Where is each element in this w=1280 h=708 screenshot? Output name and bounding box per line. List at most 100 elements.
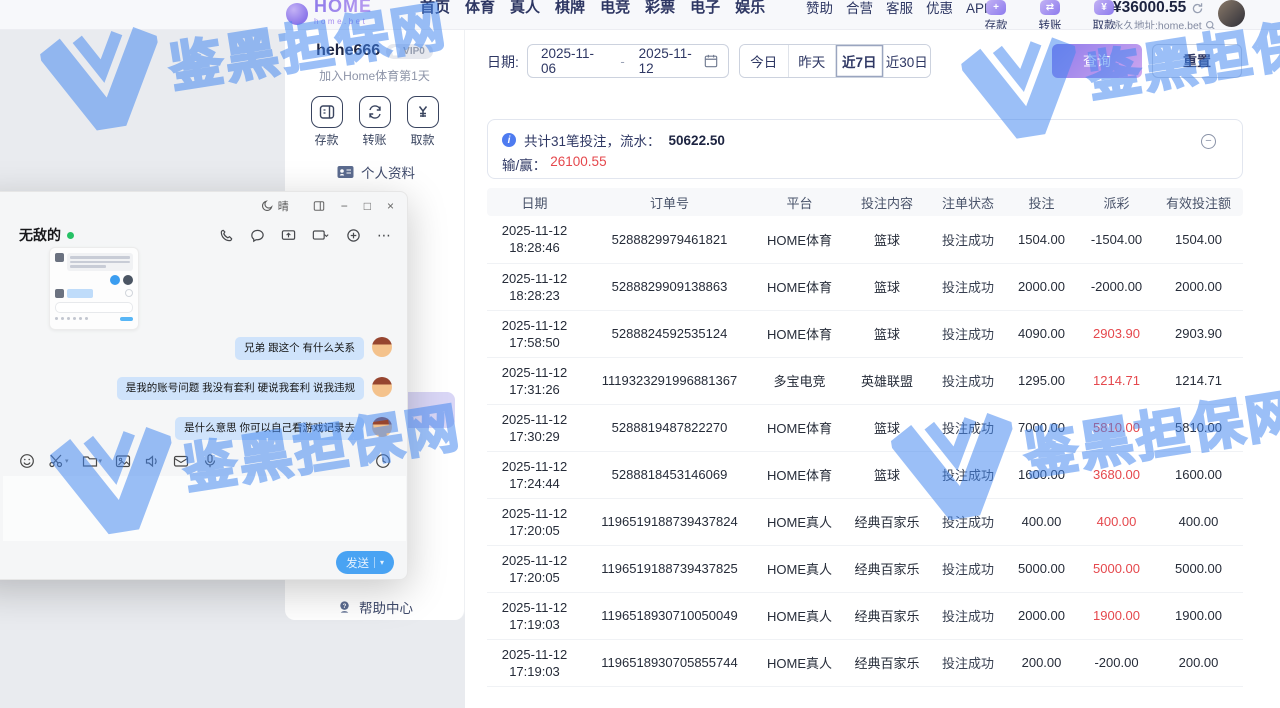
date-to-value: 2025-11-12: [639, 46, 704, 76]
sidebar-deposit-button[interactable]: 存款: [309, 96, 345, 148]
cell-valid-amount: 1504.00: [1154, 216, 1243, 263]
online-status-dot: [67, 232, 74, 239]
deposit-icon: [311, 96, 343, 128]
nav-link-娱乐[interactable]: 娱乐: [735, 0, 765, 16]
cell-payout: -200.00: [1079, 639, 1154, 686]
chat-bubble-icon[interactable]: [250, 228, 265, 243]
emoji-icon[interactable]: [19, 453, 35, 469]
cell-payout: 5000.00: [1079, 545, 1154, 592]
vip-badge: VIP0: [386, 44, 433, 59]
nav-link-首页[interactable]: 首页: [420, 0, 450, 16]
nav-secondary-优惠[interactable]: 优惠: [926, 1, 953, 16]
summary-winloss-label: 输/赢：: [502, 154, 546, 174]
calendar-icon: [704, 54, 718, 68]
table-row[interactable]: 2025-11-1217:19:031196518930705855744HOM…: [487, 639, 1243, 686]
cell-bet-amount: 4090.00: [1004, 310, 1079, 357]
logo-ball-icon: [286, 3, 308, 25]
sidebar-withdraw-button[interactable]: 取款: [405, 96, 441, 148]
chat-bubble[interactable]: 是我的账号问题 我没有套利 硬说我套利 说我违规: [117, 377, 364, 400]
cell-valid-amount: 1900.00: [1154, 592, 1243, 639]
cell-valid-amount: 1214.71: [1154, 357, 1243, 404]
sender-avatar: [372, 377, 392, 397]
card-icon[interactable]: [173, 453, 189, 469]
table-row[interactable]: 2025-11-1218:28:465288829979461821HOME体育…: [487, 216, 1243, 263]
nav-link-彩票[interactable]: 彩票: [645, 0, 675, 16]
nav-deposit-label: 存款: [985, 17, 1008, 30]
nav-secondary-赞助[interactable]: 赞助: [806, 1, 833, 16]
nav-deposit-button[interactable]: + 存款: [978, 0, 1014, 30]
history-icon[interactable]: [375, 453, 391, 469]
range-button-昨天[interactable]: 昨天: [788, 45, 836, 77]
cell-bet-amount: 5000.00: [1004, 545, 1079, 592]
send-button[interactable]: 发送▾: [336, 551, 394, 574]
top-navbar: HOME home.bet 首页体育真人棋牌电竞彩票电子娱乐 赞助合营客服优惠A…: [0, 0, 1280, 30]
table-row[interactable]: 2025-11-1217:30:295288819487822270HOME体育…: [487, 404, 1243, 451]
sidebar-transfer-button[interactable]: 转账: [357, 96, 393, 148]
moon-icon: [261, 199, 274, 212]
add-icon[interactable]: [346, 228, 361, 243]
cell-status: 投注成功: [932, 639, 1004, 686]
refresh-balance-icon[interactable]: [1191, 2, 1204, 15]
reset-button[interactable]: 重置: [1152, 44, 1242, 78]
table-row[interactable]: 2025-11-1217:24:445288818453146069HOME体育…: [487, 451, 1243, 498]
nav-secondary-客服[interactable]: 客服: [886, 1, 913, 16]
range-button-今日[interactable]: 今日: [740, 45, 788, 77]
nav-link-真人[interactable]: 真人: [510, 0, 540, 16]
screenshot-icon[interactable]: ▾: [48, 453, 69, 469]
screen-share-icon[interactable]: [281, 228, 296, 243]
balance-block: ¥36000.55 永久地址:home.bet: [1113, 0, 1216, 30]
column-header-派彩: 派彩: [1079, 188, 1154, 216]
maximize-icon[interactable]: □: [364, 200, 371, 212]
voice-message-icon[interactable]: [144, 453, 160, 469]
minimize-icon[interactable]: −: [341, 200, 348, 212]
user-avatar[interactable]: [1218, 0, 1245, 27]
column-header-有效投注额: 有效投注额: [1154, 188, 1243, 216]
table-row[interactable]: 2025-11-1217:20:051196519188739437824HOM…: [487, 498, 1243, 545]
collapse-summary-icon[interactable]: −: [1201, 134, 1216, 149]
cell-status: 投注成功: [932, 404, 1004, 451]
chat-message: 兄弟 跟这个 有什么关系: [3, 337, 392, 360]
image-message-thumbnail[interactable]: [49, 247, 139, 330]
table-row[interactable]: 2025-11-1218:28:235288829909138863HOME体育…: [487, 263, 1243, 310]
table-row[interactable]: 2025-11-1217:31:261119323291996881367多宝电…: [487, 357, 1243, 404]
nav-link-电竞[interactable]: 电竞: [600, 0, 630, 16]
nav-link-电子[interactable]: 电子: [690, 0, 720, 16]
image-icon[interactable]: [115, 453, 131, 469]
chat-bubble[interactable]: 是什么意思 你可以自己看游戏记录去: [175, 417, 364, 440]
panel-toggle-icon[interactable]: [313, 200, 325, 212]
mic-icon[interactable]: [202, 453, 218, 469]
remote-desktop-icon[interactable]: [312, 228, 330, 243]
range-button-近7日[interactable]: 近7日: [835, 45, 883, 77]
table-row[interactable]: 2025-11-1217:20:051196519188739437825HOM…: [487, 545, 1243, 592]
nav-link-体育[interactable]: 体育: [465, 0, 495, 16]
file-icon[interactable]: ▾: [82, 453, 103, 469]
search-icon[interactable]: [1205, 20, 1216, 30]
chat-bubble[interactable]: 兄弟 跟这个 有什么关系: [235, 337, 364, 360]
logo-title: HOME: [314, 0, 372, 15]
nav-transfer-button[interactable]: ⇄ 转账: [1032, 0, 1068, 30]
date-range-input[interactable]: 2025-11-06 - 2025-11-12: [527, 44, 729, 78]
range-button-近30日[interactable]: 近30日: [883, 45, 931, 77]
cell-status: 投注成功: [932, 263, 1004, 310]
nav-secondary-合营[interactable]: 合营: [846, 1, 873, 16]
chat-input-area[interactable]: [3, 476, 406, 541]
site-logo[interactable]: HOME home.bet: [286, 1, 372, 26]
cell-platform: HOME体育: [757, 451, 842, 498]
more-icon[interactable]: ⋯: [377, 227, 391, 244]
contact-name: 无敌的: [19, 225, 61, 245]
close-icon[interactable]: ×: [387, 200, 394, 212]
cell-bet-amount: 1600.00: [1004, 451, 1079, 498]
query-button[interactable]: 查询: [1052, 44, 1142, 78]
table-row[interactable]: 2025-11-1217:58:505288824592535124HOME体育…: [487, 310, 1243, 357]
table-row[interactable]: 2025-11-1217:19:031196518930710050049HOM…: [487, 592, 1243, 639]
sidebar-item-profile[interactable]: 个人资料: [337, 162, 415, 182]
sidebar-item-help[interactable]: ? 帮助中心: [337, 597, 413, 617]
cell-payout: -1504.00: [1079, 216, 1154, 263]
voice-call-icon[interactable]: [219, 228, 234, 243]
nav-link-棋牌[interactable]: 棋牌: [555, 0, 585, 16]
help-icon: ?: [337, 600, 352, 615]
cell-valid-amount: 2903.90: [1154, 310, 1243, 357]
cell-date: 2025-11-1217:58:50: [487, 310, 582, 357]
sender-avatar: [372, 337, 392, 357]
chat-toolbar: ▾ ▾: [19, 448, 391, 474]
